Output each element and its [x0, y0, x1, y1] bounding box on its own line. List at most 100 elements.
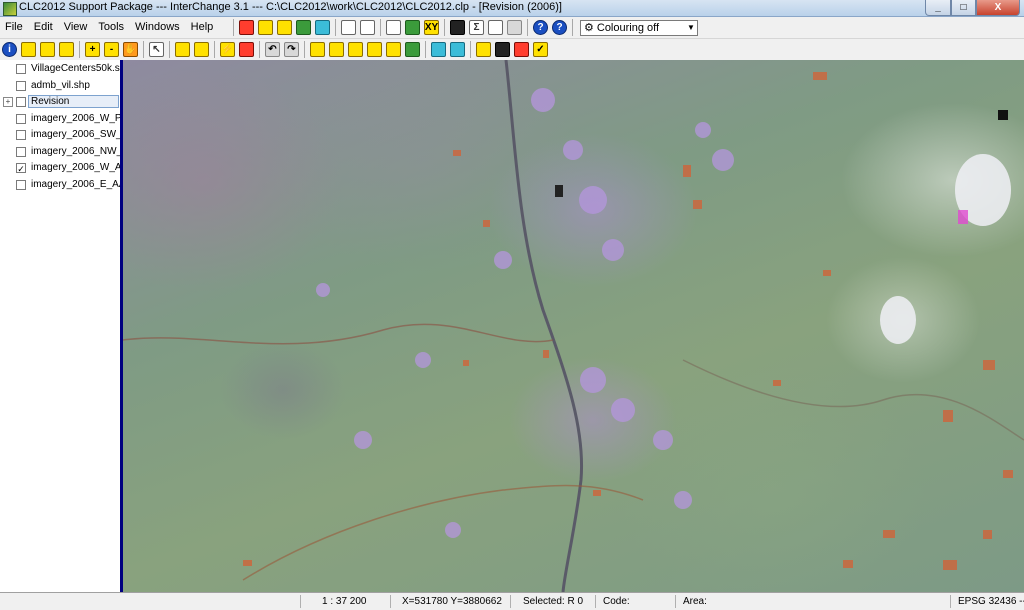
import-layer-icon[interactable] — [296, 20, 311, 35]
minimize-button[interactable]: _ — [925, 0, 951, 16]
status-divider — [595, 595, 596, 608]
info-icon[interactable]: i — [2, 42, 17, 57]
draw-polygon-icon[interactable] — [258, 20, 273, 35]
epsg-readout: EPSG 32436 --- — [958, 596, 1024, 607]
cursor-coordinates: X=531780 Y=3880662 — [402, 596, 502, 607]
layer-checkbox[interactable] — [16, 80, 26, 91]
layer-item[interactable]: + Revision — [0, 94, 120, 110]
toolbar-separator — [380, 19, 381, 36]
colouring-select[interactable]: ⚙ Colouring off ▼ — [580, 19, 698, 36]
selection-count: Selected: R 0 — [523, 596, 584, 607]
validate-icon[interactable] — [495, 42, 510, 57]
zoom-out-icon[interactable]: - — [104, 42, 119, 57]
check-polygon-icon[interactable] — [476, 42, 491, 57]
delete-icon[interactable] — [239, 42, 254, 57]
zoom-in-icon[interactable]: + — [85, 42, 100, 57]
layer-item[interactable]: imagery_2006_E_AA.ti — [0, 177, 120, 193]
toolbar-top: XY Σ ? ? ⚙ Colouring off ▼ — [230, 17, 1024, 38]
merge-polygon-icon[interactable] — [329, 42, 344, 57]
context-help-icon[interactable]: ? — [552, 20, 567, 35]
status-bar: 1 : 37 200 X=531780 Y=3880662 Selected: … — [0, 592, 1024, 610]
menu-help[interactable]: Help — [186, 21, 220, 33]
scale-icon[interactable] — [386, 42, 401, 57]
layer-checkbox[interactable] — [16, 146, 26, 157]
binoculars-icon[interactable] — [405, 20, 420, 35]
toolbar-separator — [572, 19, 573, 36]
stream-line — [123, 323, 554, 345]
layer-checkbox[interactable] — [16, 97, 26, 107]
camera-icon[interactable] — [507, 20, 522, 35]
split-view-icon[interactable] — [360, 20, 375, 35]
measure-ruler-icon[interactable] — [21, 42, 36, 57]
close-button[interactable]: X — [976, 0, 1020, 16]
layer-label: imagery_2006_NW_AA — [31, 145, 120, 157]
grid-icon[interactable] — [450, 20, 465, 35]
menu-tools[interactable]: Tools — [93, 21, 130, 33]
toolbar-separator — [425, 41, 426, 58]
image-layer-icon[interactable] — [431, 42, 446, 57]
area-readout: Area: — [683, 596, 707, 607]
layer-item[interactable]: ✓ imagery_2006_W_AA.t — [0, 160, 120, 176]
road-line — [504, 60, 584, 592]
menu-view[interactable]: View — [59, 21, 94, 33]
toolbar-separator — [143, 41, 144, 58]
layer-label: admb_vil.shp — [31, 79, 90, 91]
xy-coordinates-icon[interactable]: XY — [424, 20, 439, 35]
glasses-icon[interactable] — [488, 20, 503, 35]
chevron-down-icon: ▼ — [687, 23, 695, 32]
sigma-statistics-icon[interactable]: Σ — [469, 20, 484, 35]
menu-windows[interactable]: Windows — [130, 21, 186, 33]
help-icon[interactable]: ? — [533, 20, 548, 35]
layer-checkbox[interactable] — [16, 179, 26, 190]
arrow-next-icon[interactable] — [405, 42, 420, 57]
layer-checkbox[interactable] — [16, 130, 26, 140]
error-check-icon[interactable] — [514, 42, 529, 57]
layer-item[interactable]: imagery_2006_NW_AA — [0, 144, 120, 160]
undo-icon[interactable]: ↶ — [265, 42, 280, 57]
layer-item[interactable]: imagery_2006_SW_AA — [0, 127, 120, 143]
code-readout: Code: — [603, 596, 630, 607]
toolbar-separator — [527, 19, 528, 36]
vertex-edit-icon[interactable] — [348, 42, 363, 57]
image-edit-icon[interactable] — [450, 42, 465, 57]
redo-icon[interactable]: ↷ — [284, 42, 299, 57]
app-icon — [3, 2, 17, 16]
new-shape-icon[interactable] — [239, 20, 254, 35]
select-rectangle-icon[interactable] — [40, 42, 55, 57]
status-divider — [510, 595, 511, 608]
split-polygon-icon[interactable] — [310, 42, 325, 57]
map-scale: 1 : 37 200 — [322, 596, 367, 607]
freehand-icon[interactable] — [194, 42, 209, 57]
urban-cluster — [316, 88, 734, 538]
globe-icon[interactable] — [315, 20, 330, 35]
maximize-button[interactable]: □ — [951, 0, 976, 16]
node-move-icon[interactable] — [367, 42, 382, 57]
dark-spot — [998, 110, 1008, 120]
dark-spot — [555, 185, 563, 197]
menu-file[interactable]: File — [0, 21, 29, 33]
toolbar-separator — [79, 41, 80, 58]
layer-checkbox[interactable] — [16, 113, 26, 124]
lasso-icon[interactable] — [175, 42, 190, 57]
toolbar-separator — [470, 41, 471, 58]
edit-polygon-icon[interactable] — [277, 20, 292, 35]
toolbar-separator — [335, 19, 336, 36]
layer-checkbox[interactable] — [16, 64, 26, 74]
menu-edit[interactable]: Edit — [29, 21, 59, 33]
pointer-icon[interactable]: ↖ — [149, 42, 164, 57]
table-icon[interactable] — [386, 20, 401, 35]
lightning-icon[interactable]: ⚡ — [220, 42, 235, 57]
toolbar-separator — [304, 41, 305, 58]
select-tool-icon[interactable] — [59, 42, 74, 57]
map-canvas[interactable] — [123, 60, 1024, 592]
layer-item[interactable]: imagery_2006_W_PAF — [0, 111, 120, 127]
title-bar: CLC2012 Support Package --- InterChange … — [0, 0, 1024, 17]
expand-plus-icon[interactable]: + — [3, 97, 13, 107]
layer-checkbox[interactable]: ✓ — [16, 163, 26, 174]
single-view-icon[interactable] — [341, 20, 356, 35]
map-imagery — [123, 60, 1024, 592]
finish-check-icon[interactable]: ✓ — [533, 42, 548, 57]
layer-item[interactable]: admb_vil.shp — [0, 78, 120, 94]
layer-item[interactable]: VillageCenters50k.shp — [0, 61, 120, 77]
pan-hand-icon[interactable]: ✋ — [123, 42, 138, 57]
